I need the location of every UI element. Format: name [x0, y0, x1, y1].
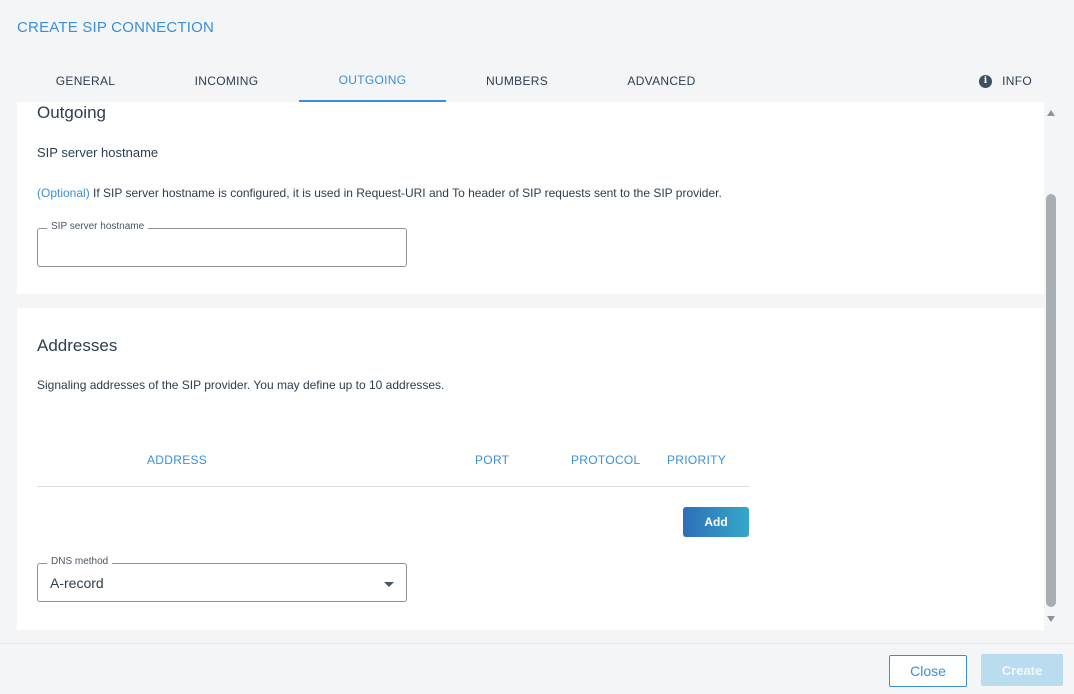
addresses-title: Addresses: [37, 336, 118, 355]
addresses-description: Signaling addresses of the SIP provider.…: [37, 378, 445, 392]
tab-info-label: INFO: [1002, 74, 1032, 88]
column-port[interactable]: PORT: [475, 453, 509, 467]
tab-bar: GENERAL INCOMING OUTGOING NUMBERS ADVANC…: [17, 60, 1057, 102]
addresses-table-header: ADDRESS PORT PROTOCOL PRIORITY: [37, 453, 749, 487]
column-protocol[interactable]: PROTOCOL: [571, 453, 641, 467]
scroll-up-arrow-icon[interactable]: [1047, 110, 1055, 116]
content-scroll-area[interactable]: Outgoing SIP server hostname (Optional) …: [17, 102, 1044, 630]
add-address-button[interactable]: Add: [683, 507, 749, 537]
chevron-down-icon: [384, 582, 394, 587]
create-button[interactable]: Create: [981, 654, 1063, 686]
scroll-down-arrow-icon[interactable]: [1047, 616, 1055, 622]
column-priority[interactable]: PRIORITY: [667, 453, 726, 467]
info-icon: i: [979, 74, 993, 88]
column-address[interactable]: ADDRESS: [147, 453, 207, 467]
dns-method-value: A-record: [50, 575, 104, 591]
tab-outgoing[interactable]: OUTGOING: [299, 60, 446, 102]
dns-method-select[interactable]: DNS method A-record: [37, 556, 407, 602]
close-button[interactable]: Close: [889, 655, 967, 687]
dialog-title: CREATE SIP CONNECTION: [17, 19, 215, 36]
hostname-label: SIP server hostname: [37, 145, 159, 160]
hostname-description: (Optional) If SIP server hostname is con…: [37, 186, 722, 200]
hostname-description-text: If SIP server hostname is configured, it…: [89, 186, 722, 200]
dns-method-legend: DNS method: [47, 556, 113, 567]
tab-info[interactable]: i INFO: [979, 60, 1032, 102]
outgoing-section: Outgoing SIP server hostname (Optional) …: [17, 102, 1044, 294]
sip-hostname-input[interactable]: SIP server hostname: [37, 221, 407, 267]
vertical-scrollbar[interactable]: [1044, 102, 1058, 630]
tab-incoming[interactable]: INCOMING: [154, 60, 299, 102]
sip-hostname-legend: SIP server hostname: [47, 221, 149, 232]
scrollbar-thumb[interactable]: [1046, 194, 1056, 607]
tab-advanced[interactable]: ADVANCED: [588, 60, 735, 102]
tab-general[interactable]: GENERAL: [17, 60, 154, 102]
outgoing-title: Outgoing: [37, 103, 106, 122]
optional-tag: (Optional): [37, 186, 90, 200]
tab-numbers[interactable]: NUMBERS: [446, 60, 588, 102]
addresses-section: Addresses Signaling addresses of the SIP…: [17, 308, 1044, 630]
dialog-footer: Close Create: [0, 643, 1074, 694]
